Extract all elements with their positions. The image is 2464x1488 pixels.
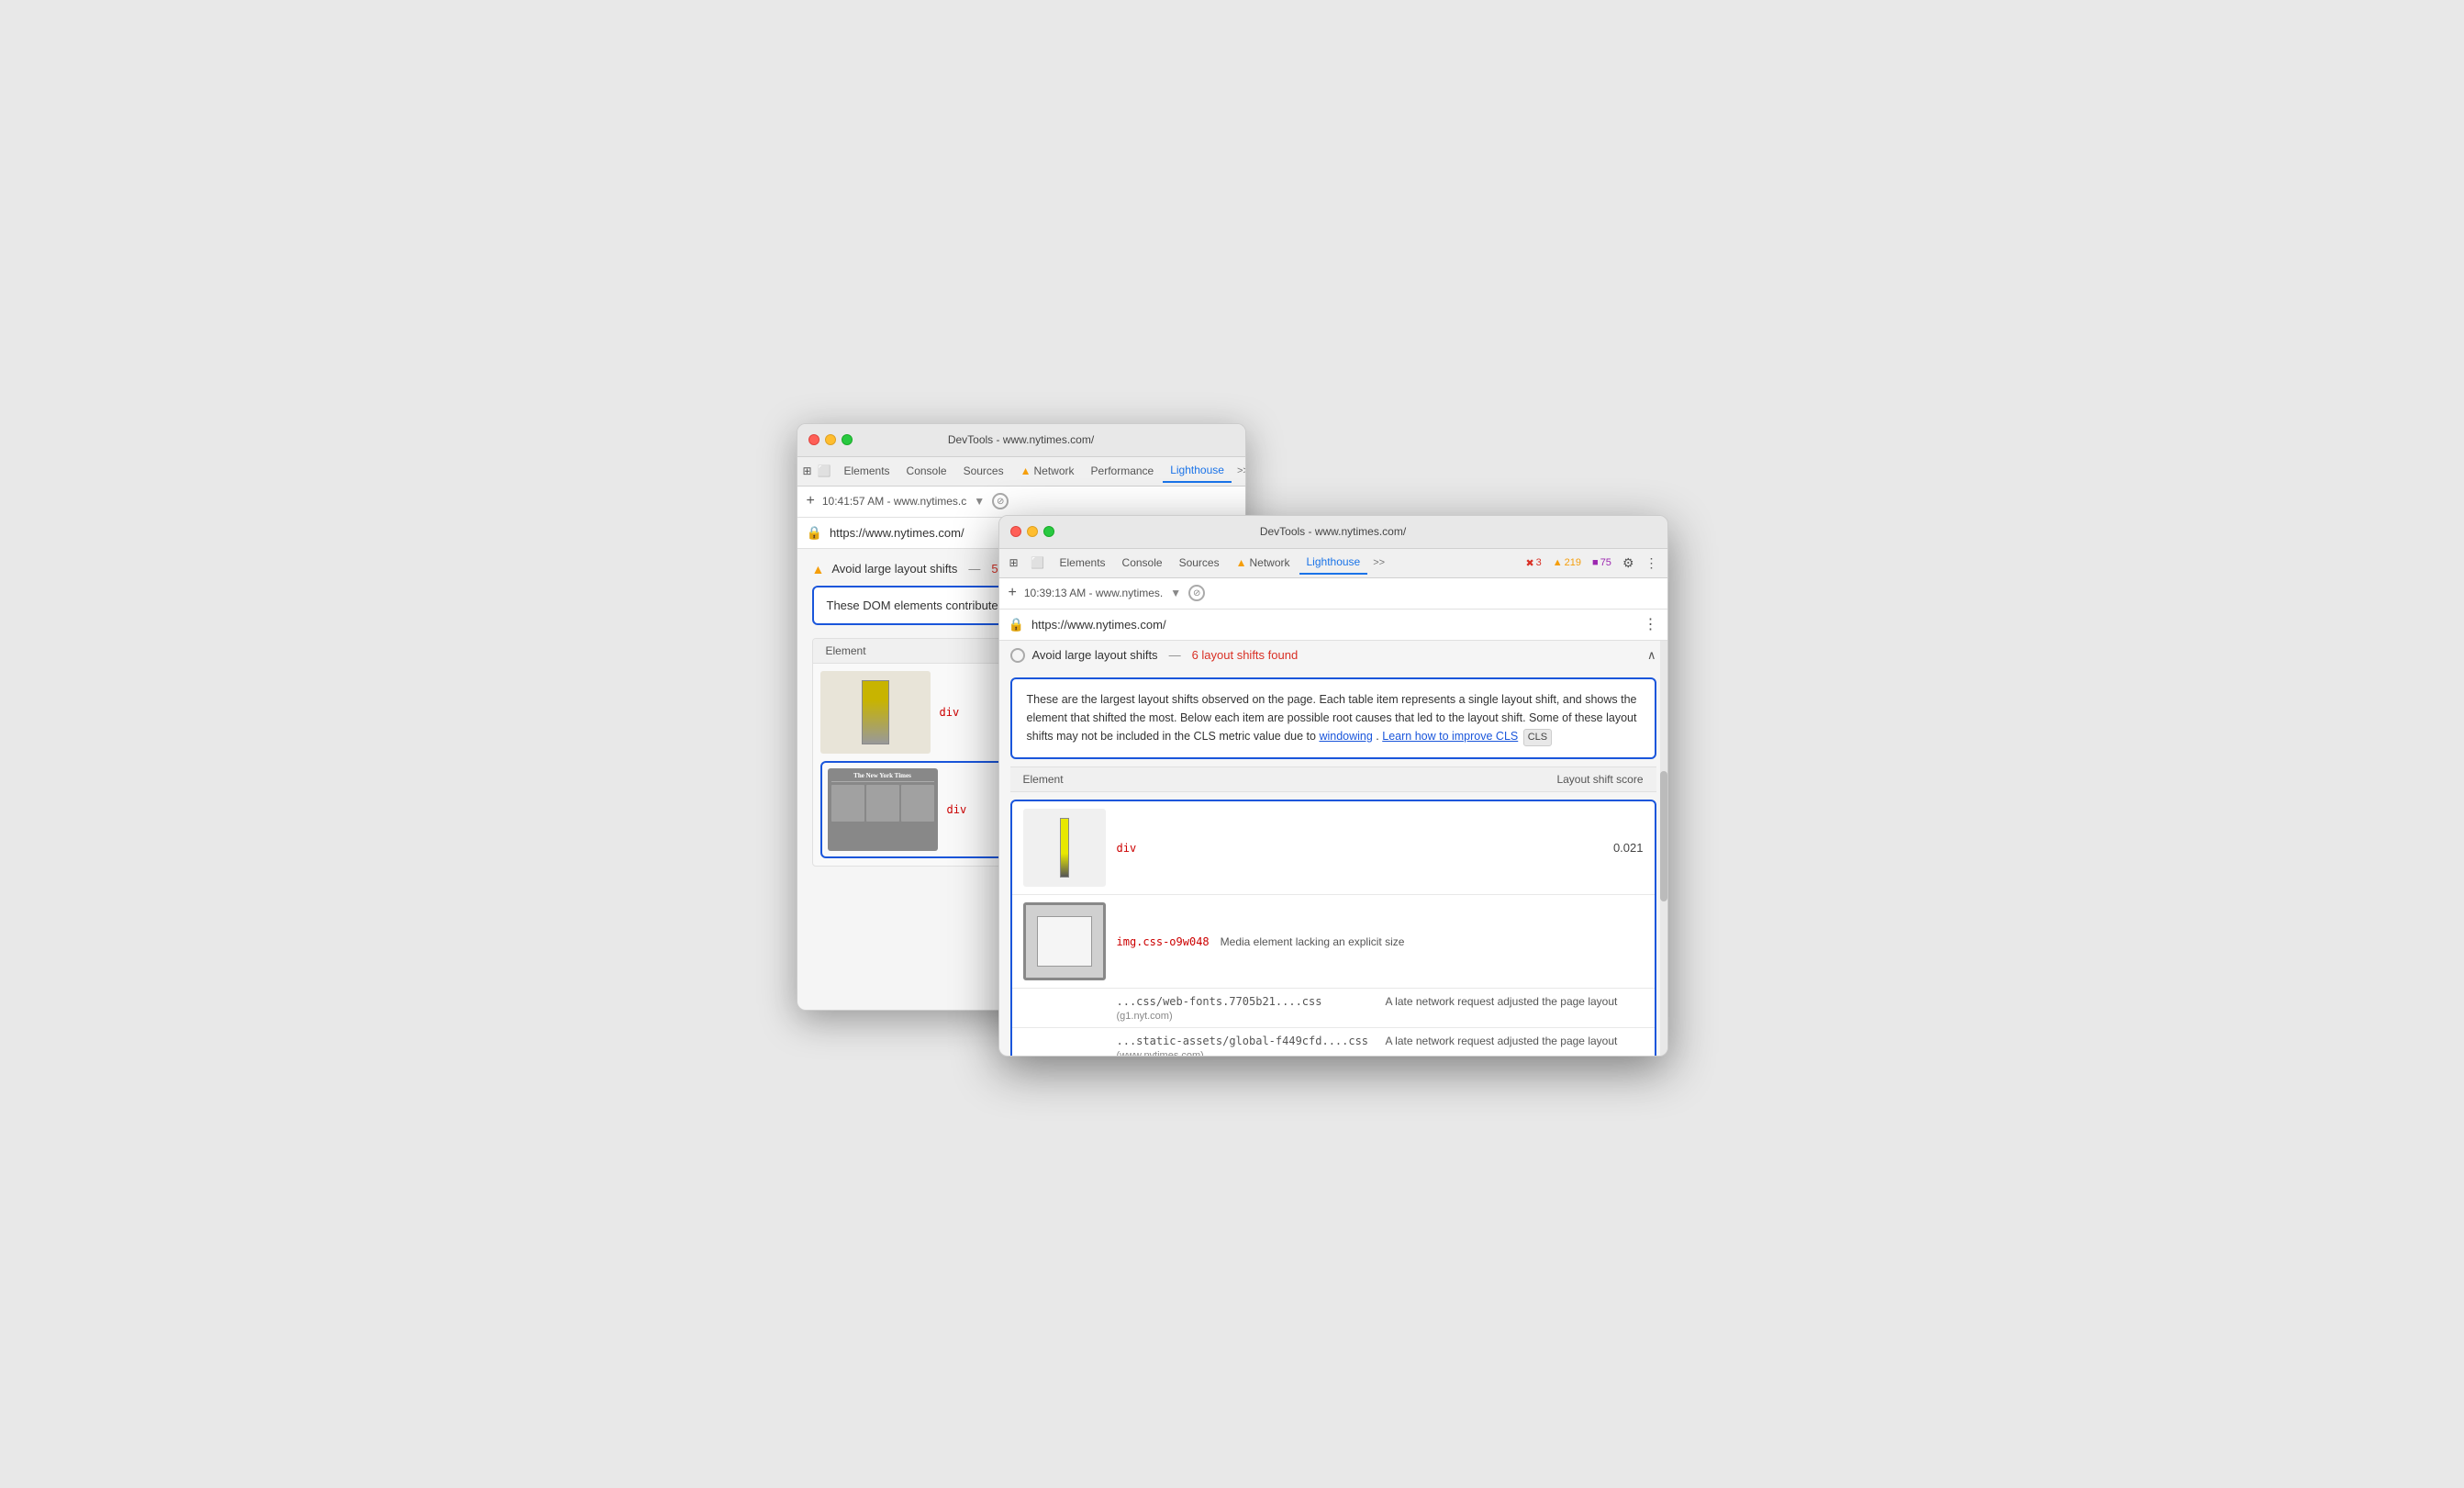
back-close-button[interactable] <box>808 434 819 445</box>
back-minimize-button[interactable] <box>825 434 836 445</box>
front-tab-lighthouse[interactable]: Lighthouse <box>1299 551 1368 575</box>
back-title-bar: DevTools - www.nytimes.com/ <box>797 424 1245 457</box>
front-more-tabs[interactable]: >> <box>1369 557 1388 568</box>
back-maximize-button[interactable] <box>842 434 853 445</box>
back-network-warn-icon: ▲ <box>1020 464 1031 477</box>
front-element-row-1[interactable]: div 0.021 <box>1012 801 1655 895</box>
back-tab-console[interactable]: Console <box>899 459 954 483</box>
front-audit-title: Avoid large layout shifts <box>1032 648 1158 662</box>
front-network-warn-icon: ▲ <box>1236 556 1247 569</box>
front-tab-sources[interactable]: Sources <box>1172 551 1227 575</box>
back-device-icon[interactable]: ⬜ <box>818 462 831 480</box>
front-windowing-link[interactable]: windowing <box>1319 730 1372 743</box>
front-cls-badge: CLS <box>1523 729 1552 747</box>
front-reload-icon[interactable]: ⊘ <box>1188 585 1205 601</box>
front-minimize-button[interactable] <box>1027 526 1038 537</box>
front-sub-host-1: (g1.nyt.com) <box>1117 1011 1173 1022</box>
back-element-label-2: div <box>947 803 967 816</box>
back-thumb-2: The New York Times <box>828 768 938 851</box>
front-sub-desc-1: A late network request adjusted the page… <box>1386 994 1644 1010</box>
front-thumb-1 <box>1023 809 1106 887</box>
front-security-bar: 🔒 https://www.nytimes.com/ ⋮ <box>999 610 1667 641</box>
back-more-tabs[interactable]: >> <box>1233 465 1245 476</box>
front-audit-circle <box>1010 648 1025 663</box>
front-badge-error: ✖ 3 <box>1522 556 1544 570</box>
front-thumb-2 <box>1023 902 1106 980</box>
back-reload-icon[interactable]: ⊘ <box>992 493 1009 509</box>
front-badge-warn: ▲ 219 <box>1549 556 1585 569</box>
back-traffic-lights <box>808 434 853 445</box>
front-settings-icon[interactable]: ⚙ <box>1619 555 1638 571</box>
back-tab-bar: ⊞ ⬜ Elements Console Sources ▲ Network P… <box>797 457 1245 487</box>
front-window-title: DevTools - www.nytimes.com/ <box>1260 525 1406 538</box>
front-traffic-lights <box>1010 526 1054 537</box>
front-device-icon[interactable]: ⬜ <box>1029 554 1047 572</box>
front-title-bar: DevTools - www.nytimes.com/ <box>999 516 1667 549</box>
front-element-label-2: img.css-o9w048 <box>1117 935 1210 948</box>
back-tab-elements[interactable]: Elements <box>837 459 898 483</box>
front-security-icon: 🔒 <box>1009 617 1024 632</box>
front-tab-console[interactable]: Console <box>1115 551 1170 575</box>
front-new-tab-icon[interactable]: + <box>1009 585 1017 601</box>
front-element-row-2[interactable]: img.css-o9w048 Media element lacking an … <box>1012 895 1655 989</box>
back-address-bar: + 10:41:57 AM - www.nytimes.c ▼ ⊘ <box>797 487 1245 518</box>
front-cls-link[interactable]: Learn how to improve CLS <box>1382 730 1518 743</box>
back-tab-performance[interactable]: Performance <box>1084 459 1162 483</box>
front-sub-link-1: ...css/web-fonts.7705b21....css <box>1117 995 1322 1008</box>
front-more-icon[interactable]: ⋮ <box>1642 555 1662 571</box>
back-tab-sources[interactable]: Sources <box>956 459 1011 483</box>
back-book-visual <box>862 680 889 744</box>
back-audit-title: Avoid large layout shifts <box>831 562 957 576</box>
back-new-tab-icon[interactable]: + <box>807 493 815 509</box>
front-maximize-button[interactable] <box>1043 526 1054 537</box>
back-tab-network[interactable]: ▲ Network <box>1013 459 1082 483</box>
back-audit-warn-icon: ▲ <box>812 562 825 576</box>
front-element-label-1: div <box>1117 842 1137 855</box>
front-tall-bar-visual <box>1060 818 1069 878</box>
front-scrollbar-track[interactable] <box>1660 641 1667 1057</box>
front-element-score-1: 0.021 <box>1613 841 1644 855</box>
back-window-title: DevTools - www.nytimes.com/ <box>948 433 1094 446</box>
front-tab-elements[interactable]: Elements <box>1053 551 1113 575</box>
front-img-visual <box>1037 916 1092 967</box>
back-element-label-1: div <box>940 706 960 719</box>
front-devtools-window: DevTools - www.nytimes.com/ ⊞ ⬜ Elements… <box>998 515 1668 1057</box>
front-table-header: Element Layout shift score <box>1010 766 1656 792</box>
front-content-wrapper: Avoid large layout shifts — 6 layout shi… <box>999 641 1667 1057</box>
front-scrollbar-thumb[interactable] <box>1660 771 1667 901</box>
front-collapse-icon[interactable]: ∧ <box>1647 648 1656 663</box>
front-address-time: 10:39:13 AM - www.nytimes. <box>1024 587 1163 599</box>
back-address-time: 10:41:57 AM - www.nytimes.c <box>822 495 966 508</box>
front-sub-link-2: ...static-assets/global-f449cfd....css <box>1117 1035 1369 1047</box>
front-tab-bar: ⊞ ⬜ Elements Console Sources ▲ Network L… <box>999 549 1667 578</box>
front-close-button[interactable] <box>1010 526 1021 537</box>
front-tab-network[interactable]: ▲ Network <box>1229 551 1298 575</box>
front-url: https://www.nytimes.com/ <box>1031 618 1636 632</box>
back-security-icon: 🔒 <box>807 525 822 541</box>
front-audit-row: Avoid large layout shifts — 6 layout shi… <box>999 641 1667 670</box>
front-tab-badges: ✖ 3 ▲ 219 ■ 75 ⚙ ⋮ <box>1522 555 1661 571</box>
front-badge-info: ■ 75 <box>1589 556 1615 569</box>
front-address-bar: + 10:39:13 AM - www.nytimes. ▼ ⊘ <box>999 578 1667 610</box>
front-audit-count: 6 layout shifts found <box>1192 648 1299 662</box>
front-element-container: div 0.021 img.css-o9w048 Media element l… <box>1010 800 1656 1056</box>
front-sub-row-1: ...css/web-fonts.7705b21....css (g1.nyt.… <box>1012 989 1655 1028</box>
back-inspect-icon[interactable]: ⊞ <box>803 462 812 480</box>
front-sub-desc-2: A late network request adjusted the page… <box>1386 1034 1644 1049</box>
front-url-more-icon[interactable]: ⋮ <box>1644 615 1658 633</box>
front-description-box: These are the largest layout shifts obse… <box>1010 677 1656 760</box>
back-thumb-1 <box>820 671 931 754</box>
back-tab-lighthouse[interactable]: Lighthouse <box>1163 459 1232 483</box>
front-sub-host-2: (www.nytimes.com) <box>1117 1050 1204 1056</box>
front-inspect-icon[interactable]: ⊞ <box>1005 554 1023 572</box>
front-element-desc-2: Media element lacking an explicit size <box>1221 935 1644 948</box>
front-sub-row-2: ...static-assets/global-f449cfd....css (… <box>1012 1028 1655 1056</box>
